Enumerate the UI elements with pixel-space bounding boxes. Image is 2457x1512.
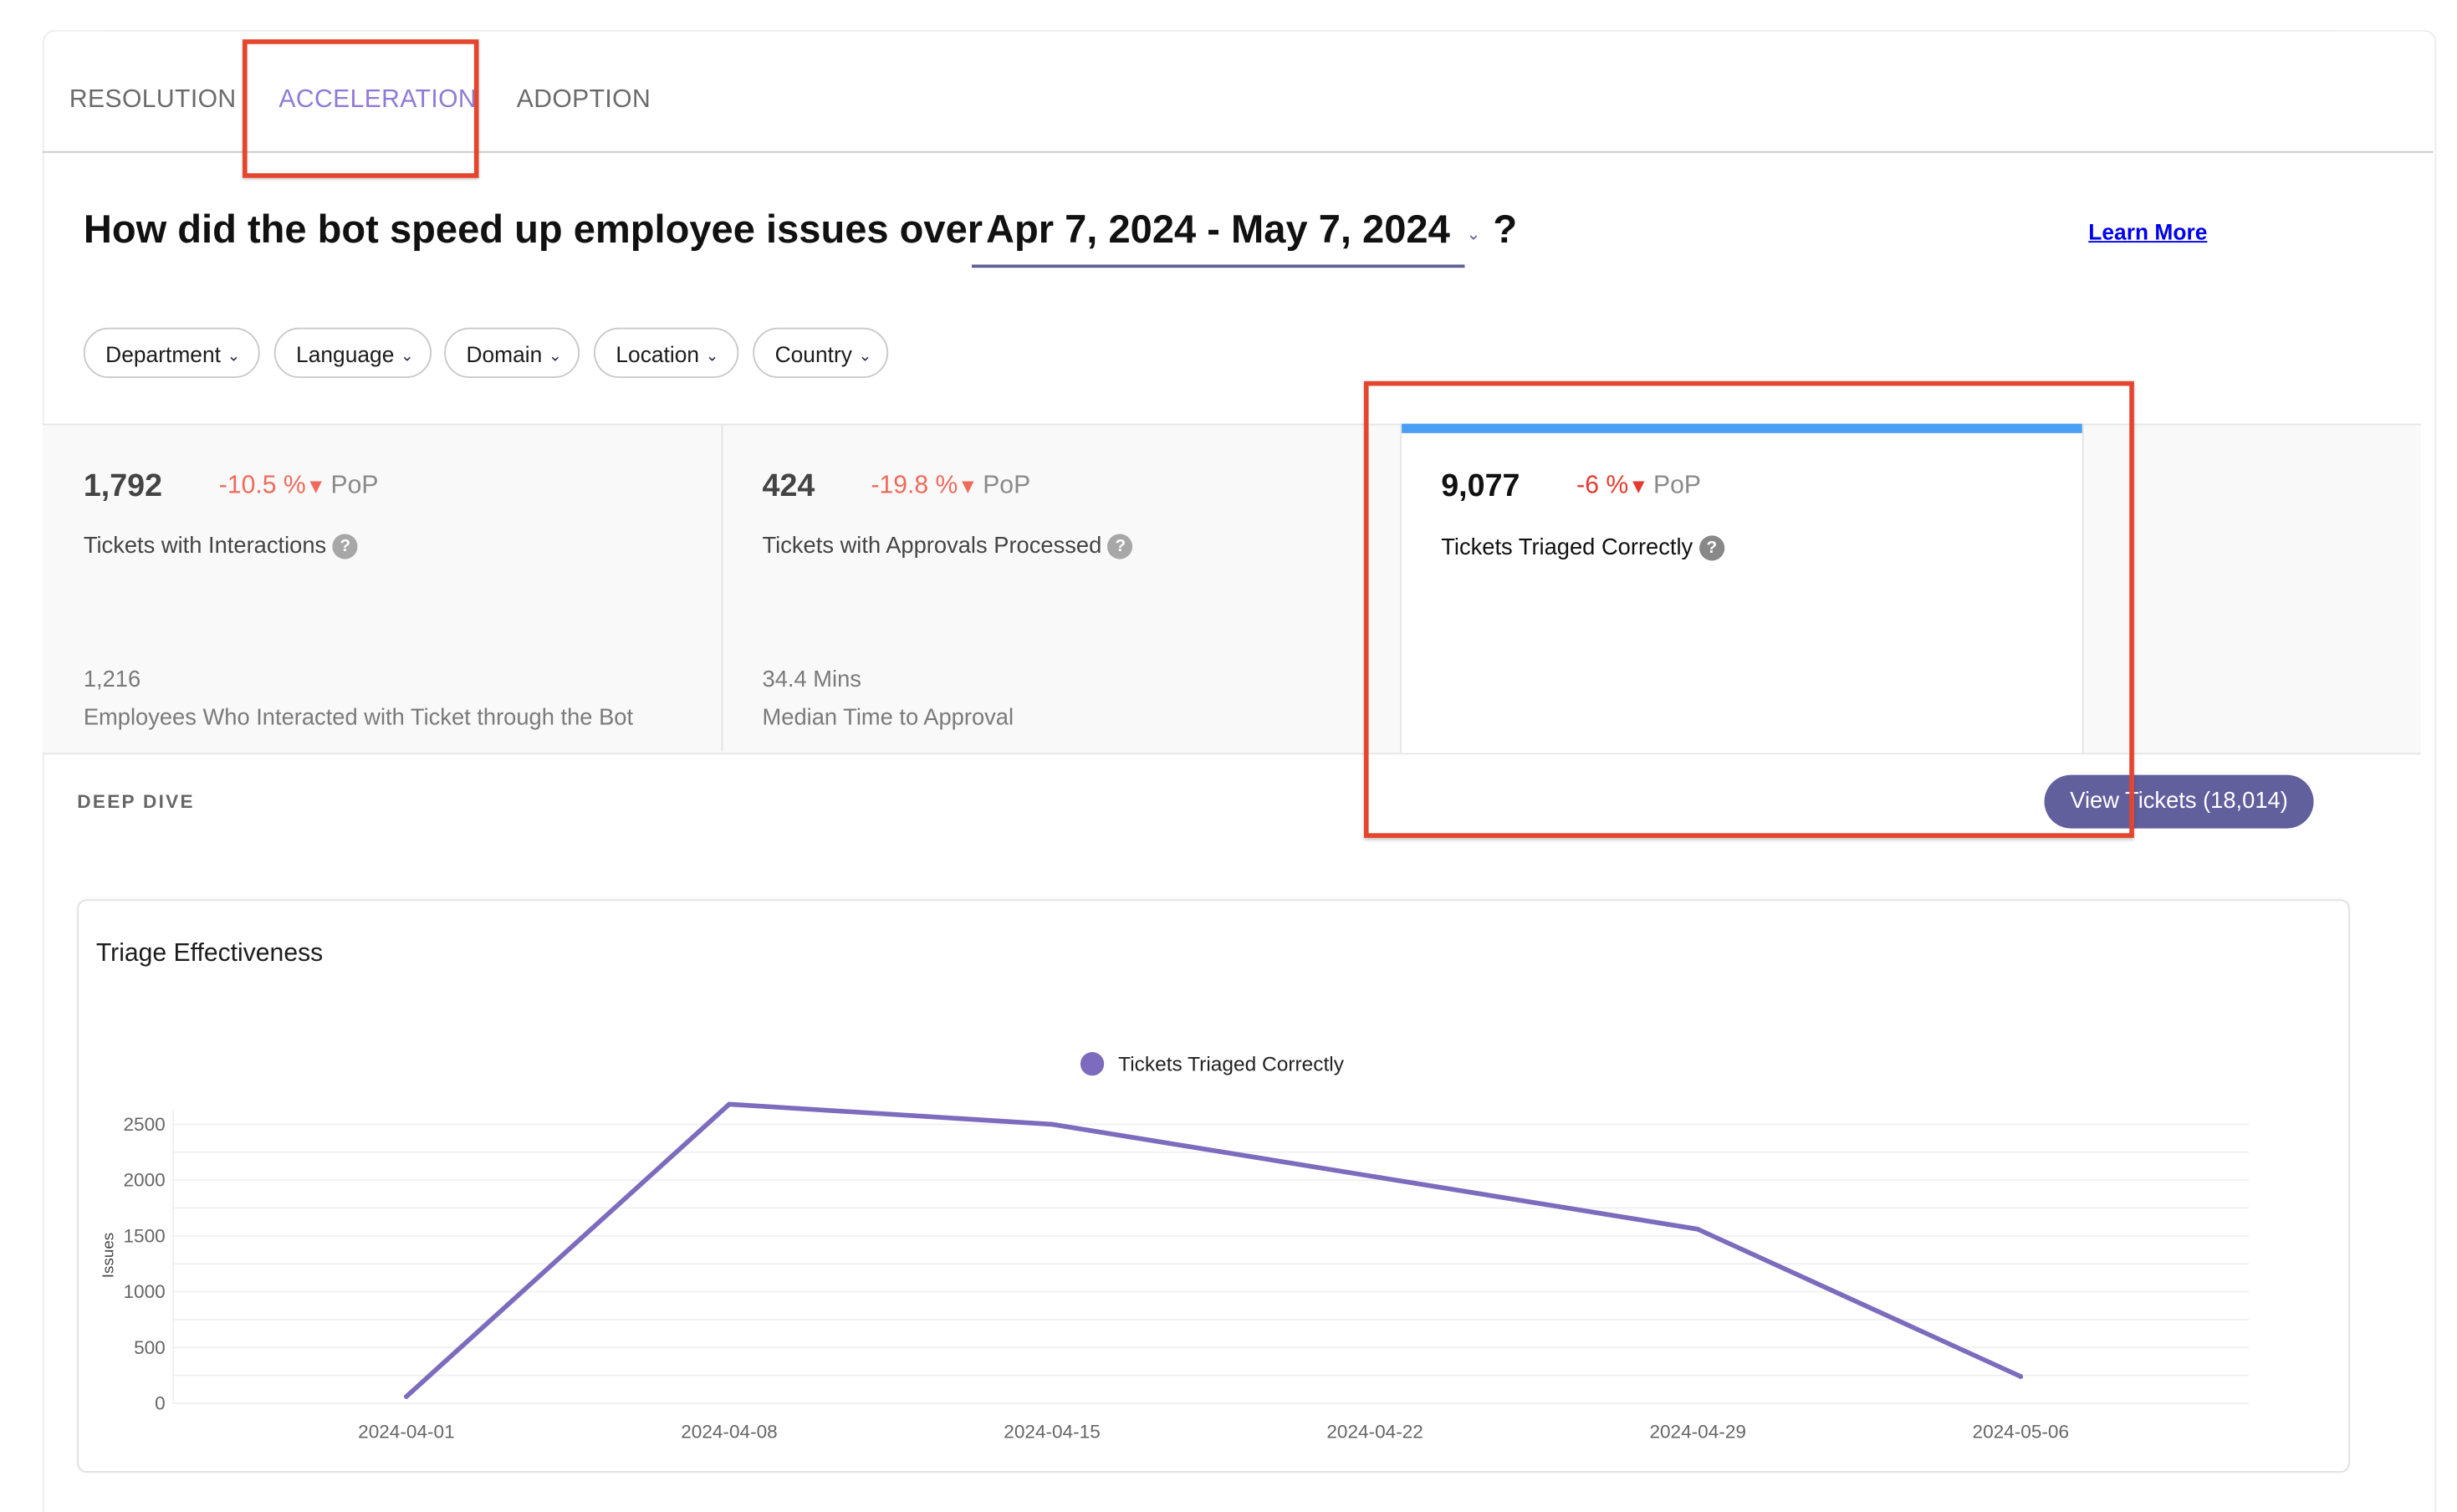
x-tick-label: 2024-05-06 (1973, 1421, 2070, 1442)
line-chart: 0 500 1000 1500 2000 2500 2024-04-01 2024-04-0… (100, 1101, 2250, 1442)
y-tick-label: 2000 (124, 1170, 166, 1191)
data-point[interactable] (404, 1394, 409, 1399)
y-tick-label: 1500 (124, 1225, 166, 1246)
y-tick-label: 500 (134, 1337, 166, 1358)
x-tick-label: 2024-04-08 (681, 1421, 778, 1442)
x-tick-label: 2024-04-01 (358, 1421, 455, 1442)
x-tick-label: 2024-04-29 (1649, 1421, 1746, 1442)
series-line-tickets-triaged-correctly (404, 1101, 2024, 1399)
y-tick-label: 0 (155, 1393, 166, 1414)
data-point[interactable] (727, 1101, 732, 1107)
data-point[interactable] (1372, 1174, 1377, 1179)
y-tick-label: 2500 (124, 1114, 166, 1135)
data-point[interactable] (2018, 1374, 2024, 1379)
x-tick-label: 2024-04-15 (1004, 1421, 1100, 1442)
y-axis-label: Issues (100, 1233, 117, 1278)
y-tick-label: 1000 (124, 1281, 166, 1302)
x-tick-label: 2024-04-22 (1326, 1421, 1423, 1442)
data-point[interactable] (1050, 1121, 1055, 1127)
data-point[interactable] (1695, 1227, 1701, 1232)
